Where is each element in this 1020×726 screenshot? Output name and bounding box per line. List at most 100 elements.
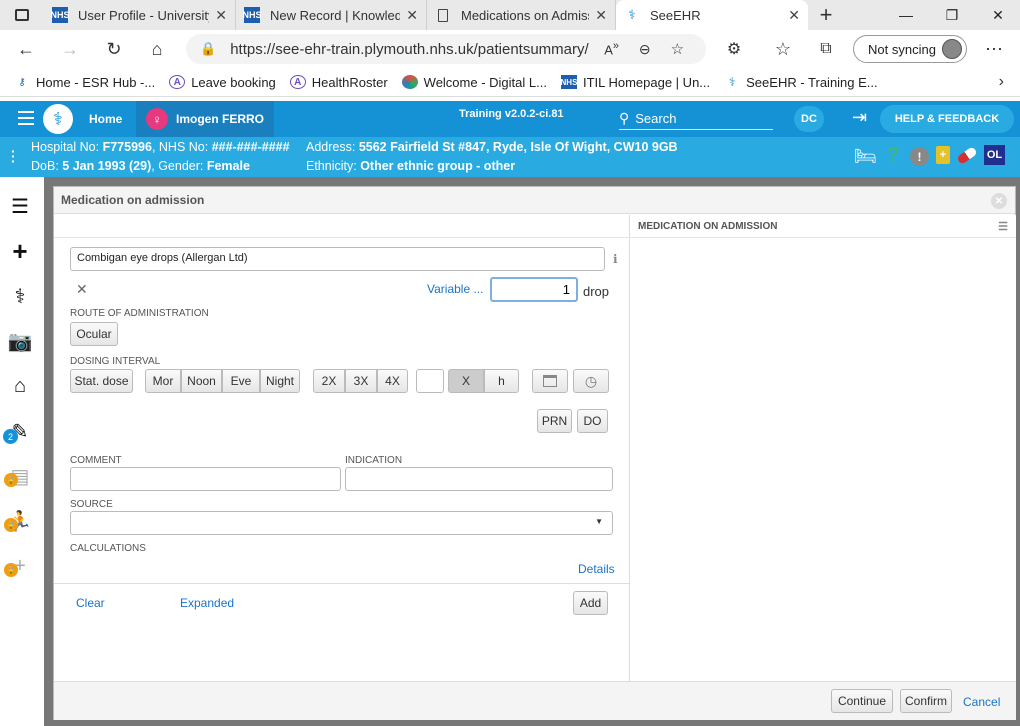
modal-close-icon[interactable]: ✕	[991, 193, 1007, 209]
camera-icon[interactable]: 📷	[0, 321, 40, 361]
help-feedback-button[interactable]: HELP & FEEDBACK	[880, 105, 1014, 133]
clear-link[interactable]: Clear	[76, 596, 105, 610]
bookmark-digital-learning[interactable]: Welcome - Digital L...	[401, 75, 547, 90]
home-link[interactable]: Home	[89, 112, 122, 126]
ol-badge[interactable]: OL	[984, 145, 1005, 165]
a-logo-icon: A	[169, 75, 186, 89]
x-times-button[interactable]: X	[448, 369, 484, 393]
hours-button[interactable]: h	[484, 369, 519, 393]
close-icon[interactable]: ✕	[788, 7, 800, 24]
source-label: SOURCE	[70, 499, 113, 510]
chevron-right-icon[interactable]: ›	[999, 73, 1004, 91]
tab-actions-icon[interactable]	[0, 0, 44, 30]
home-plus-icon[interactable]: ⌂	[0, 366, 40, 406]
do-button[interactable]: DO	[577, 409, 608, 433]
night-button[interactable]: Night	[260, 369, 300, 393]
twice-daily-button[interactable]: 2X	[313, 369, 345, 393]
favorites-icon[interactable]: ☆	[769, 35, 797, 63]
nhs-number: ###-###-####	[211, 140, 290, 154]
bed-icon[interactable]: 🛏	[854, 146, 877, 167]
stat-dose-button[interactable]: Stat. dose	[70, 369, 133, 393]
panel-menu-icon[interactable]: ☰	[998, 220, 1008, 233]
bookmark-seeehr-training[interactable]: ⚕ SeeEHR - Training E...	[724, 75, 878, 90]
kebab-menu-icon[interactable]: · · ·	[11, 144, 16, 168]
stethoscope-icon[interactable]: ⚕	[0, 276, 40, 316]
close-icon[interactable]: ✕	[595, 7, 607, 24]
collections-icon[interactable]: ⧉	[812, 35, 840, 63]
panel-header: MEDICATION ON ADMISSION ☰	[630, 215, 1016, 238]
bookmark-healthroster[interactable]: A HealthRoster	[289, 75, 388, 90]
dose-input[interactable]	[490, 277, 578, 302]
read-aloud-icon[interactable]: A»	[604, 40, 619, 57]
modal-title: Medication on admission	[61, 193, 205, 207]
extensions-icon[interactable]: ⚙	[720, 35, 748, 63]
patient-address: 5562 Fairfield St #847, Ryde, Isle Of Wi…	[358, 140, 678, 154]
clipboard-icon[interactable]: +	[936, 146, 950, 164]
close-icon[interactable]: ✕	[215, 7, 227, 24]
app-logo[interactable]: ⚕	[43, 104, 73, 134]
variable-dose-link[interactable]: Variable ...	[427, 282, 483, 296]
patient-ids-row: Hospital No: F775996, NHS No: ###-###-##…	[31, 140, 290, 154]
back-button[interactable]: ←	[12, 35, 40, 63]
logout-icon[interactable]: ⇥	[852, 107, 867, 128]
confirm-button[interactable]: Confirm	[900, 689, 952, 713]
favorite-add-icon[interactable]: ☆	[671, 40, 684, 58]
browser-tab-user-profile[interactable]: NHS User Profile - University ✕	[44, 0, 236, 30]
forward-button[interactable]: →	[56, 35, 84, 63]
browser-tab-new-record[interactable]: NHS New Record | Knowledg ✕	[236, 0, 427, 30]
notification-badge: 2	[3, 429, 18, 444]
list-icon[interactable]: ☰	[0, 186, 40, 226]
interval-number-input[interactable]	[416, 369, 444, 393]
pill-icon[interactable]	[956, 146, 978, 165]
url-field[interactable]: 🔒 https://see-ehr-train.plymouth.nhs.uk/…	[186, 34, 706, 64]
four-times-button[interactable]: 4X	[377, 369, 408, 393]
evening-button[interactable]: Eve	[222, 369, 260, 393]
continue-button[interactable]: Continue	[831, 689, 893, 713]
seeehr-icon: ⚕	[628, 7, 636, 22]
patient-dob-row: DoB: 5 Jan 1993 (29), Gender: Female	[31, 159, 250, 173]
bookmark-itil[interactable]: NHS ITIL Homepage | Un...	[561, 75, 711, 90]
source-select[interactable]: ▼	[70, 511, 613, 535]
bookmark-esr-hub[interactable]: ⚷ Home - ESR Hub -...	[14, 75, 155, 90]
patient-tab[interactable]: ♀ Imogen FERRO	[136, 101, 275, 137]
user-avatar[interactable]: DC	[794, 106, 824, 132]
a-logo-icon: A	[289, 75, 306, 89]
question-icon[interactable]: ?	[887, 144, 899, 167]
version-label: Training v2.0.2-ci.81	[459, 108, 564, 120]
refresh-button[interactable]: ↻	[100, 35, 128, 63]
cancel-link[interactable]: Cancel	[963, 695, 1000, 709]
alert-icon[interactable]: !	[910, 147, 929, 166]
window-close-button[interactable]: ✕	[975, 0, 1020, 30]
zoom-icon[interactable]: ⊖	[639, 41, 651, 58]
clock-icon[interactable]: ◷	[573, 369, 609, 393]
calendar-icon[interactable]	[532, 369, 568, 393]
info-icon[interactable]: ℹ	[613, 252, 618, 266]
drug-name-field[interactable]: Combigan eye drops (Allergan Ltd)	[70, 247, 605, 271]
search-button[interactable]: ⚲ Search	[619, 108, 773, 130]
three-times-button[interactable]: 3X	[345, 369, 377, 393]
sync-button[interactable]: Not syncing	[853, 35, 967, 63]
browser-tab-medications[interactable]: Medications on Admiss ✕	[427, 0, 616, 30]
hamburger-menu-icon[interactable]	[18, 111, 34, 125]
bookmark-leave-booking[interactable]: A Leave booking	[169, 75, 276, 90]
bookmarks-bar: ⚷ Home - ESR Hub -... A Leave booking A …	[0, 68, 1020, 97]
add-button[interactable]: Add	[573, 591, 608, 615]
expanded-link[interactable]: Expanded	[180, 596, 234, 610]
noon-button[interactable]: Noon	[181, 369, 222, 393]
add-icon[interactable]: +	[0, 231, 40, 271]
remove-drug-icon[interactable]: ✕	[76, 281, 88, 298]
admission-list-panel: MEDICATION ON ADMISSION ☰	[630, 215, 1016, 681]
restore-button[interactable]: ❐	[929, 0, 975, 30]
ocular-button[interactable]: Ocular	[70, 322, 118, 346]
home-icon[interactable]: ⌂	[143, 35, 171, 63]
prn-button[interactable]: PRN	[537, 409, 572, 433]
morning-button[interactable]: Mor	[145, 369, 181, 393]
close-icon[interactable]: ✕	[406, 7, 418, 24]
minimize-button[interactable]: —	[883, 0, 929, 30]
indication-field[interactable]	[345, 467, 613, 491]
more-menu-icon[interactable]: ⋯	[980, 35, 1008, 63]
details-link[interactable]: Details	[578, 562, 615, 576]
comment-field[interactable]	[70, 467, 341, 491]
new-tab-button[interactable]: +	[808, 0, 844, 30]
browser-tab-seeehr[interactable]: ⚕ SeeEHR ✕	[616, 0, 808, 30]
